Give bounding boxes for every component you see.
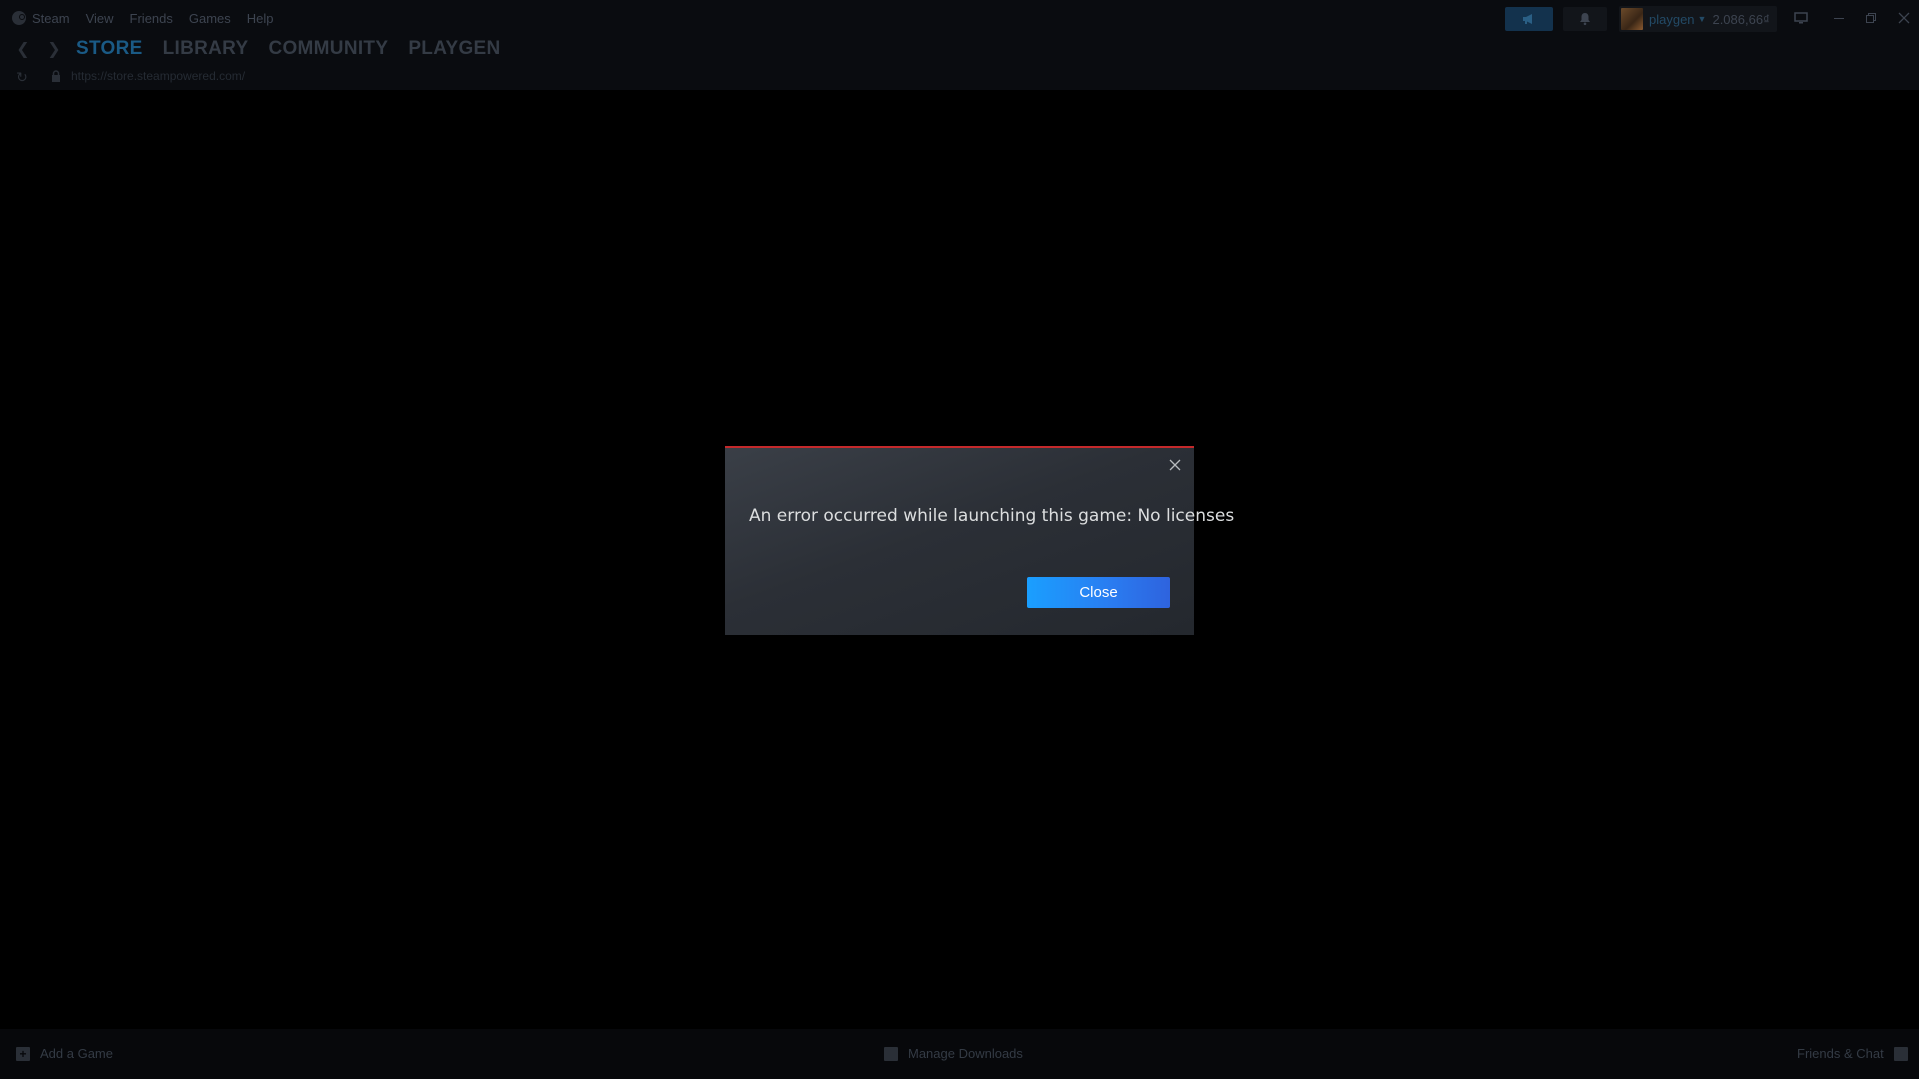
- reload-button[interactable]: ↻: [14, 69, 30, 85]
- tab-store[interactable]: STORE: [76, 38, 143, 66]
- dialog-close-button[interactable]: [1166, 456, 1184, 474]
- megaphone-icon: [1523, 14, 1532, 24]
- steam-client-window: Steam View Friends Games Help playgen ▼ …: [0, 0, 1919, 1079]
- account-menu[interactable]: playgen ▼ 2.086,66₫: [1619, 6, 1777, 32]
- friends-chat-button[interactable]: Friends & Chat: [1797, 1046, 1908, 1061]
- bottom-bar: + Add a Game Manage Downloads Friends & …: [0, 1029, 1919, 1079]
- url-bar: ↻ https://store.steampowered.com/: [0, 62, 1919, 90]
- wallet-balance: 2.086,66₫: [1712, 11, 1770, 27]
- chevron-down-icon: ▼: [1697, 14, 1707, 24]
- bell-icon: [1580, 13, 1590, 26]
- error-dialog: An error occurred while launching this g…: [725, 446, 1235, 635]
- download-icon: [884, 1046, 898, 1061]
- navigation-bar: ❮ ❯ STORE LIBRARY COMMUNITY PLAYGEN: [0, 36, 1919, 66]
- menu-steam[interactable]: Steam: [12, 11, 70, 26]
- arrow-right-icon: ❯: [47, 41, 61, 58]
- close-icon: [1169, 459, 1181, 471]
- big-picture-button[interactable]: [1790, 8, 1812, 28]
- plus-icon: +: [16, 1046, 30, 1061]
- title-bar: Steam View Friends Games Help playgen ▼ …: [0, 0, 1919, 36]
- account-username: playgen: [1649, 11, 1695, 27]
- back-button[interactable]: ❮: [14, 40, 32, 58]
- add-game-label: Add a Game: [40, 1046, 113, 1061]
- lock-icon: [52, 70, 60, 82]
- friends-chat-label: Friends & Chat: [1797, 1046, 1884, 1061]
- tab-community[interactable]: COMMUNITY: [268, 38, 388, 60]
- close-button[interactable]: Close: [1027, 577, 1170, 608]
- menu-view[interactable]: View: [86, 11, 114, 26]
- minimize-icon: [1834, 18, 1844, 19]
- window-close-button[interactable]: [1893, 8, 1915, 28]
- page-url[interactable]: https://store.steampowered.com/: [71, 69, 245, 83]
- menu-games[interactable]: Games: [189, 11, 231, 26]
- reload-icon: ↻: [16, 68, 28, 85]
- menu-steam-label: Steam: [32, 10, 70, 26]
- menu-bar: Steam View Friends Games Help: [12, 8, 290, 28]
- chat-icon: [1893, 1046, 1908, 1061]
- arrow-left-icon: ❮: [16, 41, 30, 58]
- announcements-button[interactable]: [1505, 7, 1553, 31]
- add-game-button[interactable]: + Add a Game: [16, 1046, 113, 1061]
- menu-help[interactable]: Help: [247, 11, 274, 26]
- manage-downloads-button[interactable]: Manage Downloads: [884, 1046, 1023, 1061]
- manage-downloads-label: Manage Downloads: [908, 1046, 1023, 1061]
- minimize-button[interactable]: [1828, 8, 1850, 28]
- steam-logo-icon: [12, 11, 26, 25]
- monitor-icon: [1794, 12, 1808, 24]
- error-message: An error occurred while launching this g…: [749, 506, 1235, 526]
- tab-profile[interactable]: PLAYGEN: [408, 38, 500, 60]
- restore-button[interactable]: [1860, 8, 1882, 28]
- notifications-button[interactable]: [1563, 7, 1607, 31]
- close-icon: [1898, 12, 1910, 24]
- restore-icon: [1866, 13, 1876, 23]
- tab-library[interactable]: LIBRARY: [163, 38, 249, 60]
- avatar: [1621, 8, 1643, 30]
- menu-friends[interactable]: Friends: [130, 11, 173, 26]
- forward-button[interactable]: ❯: [45, 40, 63, 58]
- main-tabs: STORE LIBRARY COMMUNITY PLAYGEN: [76, 36, 521, 66]
